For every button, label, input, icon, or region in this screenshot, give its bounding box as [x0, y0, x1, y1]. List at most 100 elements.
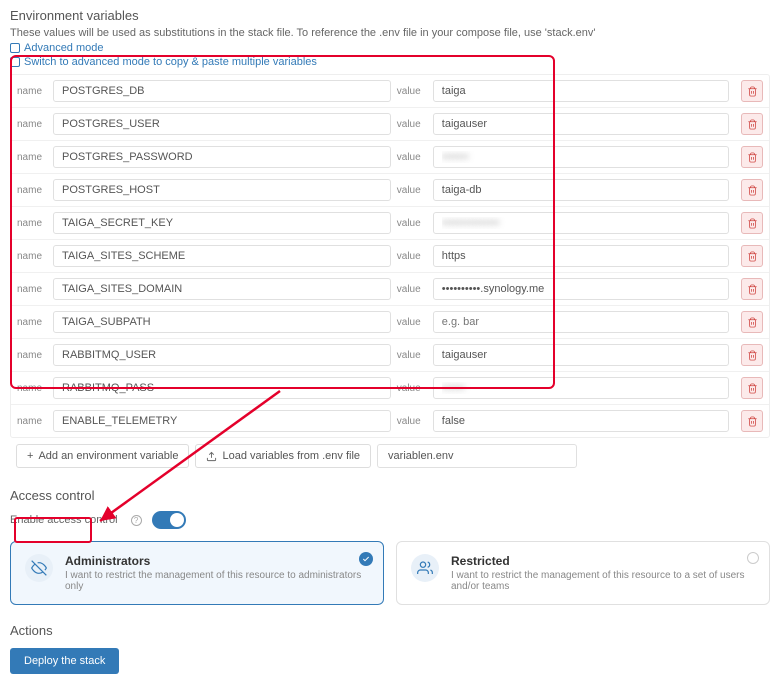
card-administrators[interactable]: Administrators I want to restrict the ma… [10, 541, 384, 605]
trash-icon [747, 86, 758, 97]
delete-var-button[interactable] [741, 410, 763, 432]
env-table: name value name value name value name value name… [10, 74, 770, 438]
name-label: name [17, 383, 47, 394]
delete-var-button[interactable] [741, 113, 763, 135]
env-value-input[interactable] [433, 80, 729, 102]
value-label: value [397, 251, 427, 262]
trash-icon [747, 284, 758, 295]
card-admin-title: Administrators [65, 554, 369, 568]
check-icon [359, 552, 373, 566]
value-label: value [397, 86, 427, 97]
help-icon[interactable]: ? [131, 515, 142, 526]
env-title: Environment variables [10, 8, 770, 23]
value-label: value [397, 350, 427, 361]
env-section: Environment variables These values will … [10, 8, 770, 474]
eye-off-icon [25, 554, 53, 582]
name-label: name [17, 86, 47, 97]
enable-access-toggle[interactable] [152, 511, 186, 529]
env-row: name value [11, 141, 769, 174]
name-label: name [17, 317, 47, 328]
delete-var-button[interactable] [741, 311, 763, 333]
trash-icon [747, 317, 758, 328]
env-value-input[interactable] [433, 212, 729, 234]
trash-icon [747, 119, 758, 130]
env-value-input[interactable] [433, 278, 729, 300]
name-label: name [17, 152, 47, 163]
external-icon [10, 57, 20, 67]
env-name-input[interactable] [53, 146, 391, 168]
env-value-input[interactable] [433, 311, 729, 333]
delete-var-button[interactable] [741, 278, 763, 300]
env-value-input[interactable] [433, 344, 729, 366]
external-icon [10, 43, 20, 53]
deploy-stack-button[interactable]: Deploy the stack [10, 648, 119, 674]
value-label: value [397, 152, 427, 163]
env-name-input[interactable] [53, 212, 391, 234]
value-label: value [397, 284, 427, 295]
name-label: name [17, 185, 47, 196]
value-label: value [397, 383, 427, 394]
env-row: name value [11, 339, 769, 372]
env-actions: +Add an environment variable Load variab… [10, 438, 770, 474]
trash-icon [747, 383, 758, 394]
trash-icon [747, 251, 758, 262]
value-label: value [397, 416, 427, 427]
trash-icon [747, 185, 758, 196]
env-name-input[interactable] [53, 377, 391, 399]
env-name-input[interactable] [53, 80, 391, 102]
env-name-input[interactable] [53, 113, 391, 135]
load-env-file-button[interactable]: Load variables from .env file [195, 444, 371, 468]
value-label: value [397, 317, 427, 328]
delete-var-button[interactable] [741, 179, 763, 201]
enable-access-label: Enable access control [10, 514, 118, 526]
delete-var-button[interactable] [741, 146, 763, 168]
env-row: namevalue [11, 207, 769, 240]
env-name-input[interactable] [53, 179, 391, 201]
radio-icon [747, 552, 759, 564]
card-restricted-desc: I want to restrict the management of thi… [451, 570, 755, 592]
trash-icon [747, 350, 758, 361]
env-value-input[interactable] [433, 245, 729, 267]
env-name-input[interactable] [53, 410, 391, 432]
env-value-input[interactable] [433, 377, 729, 399]
env-row: name value [11, 75, 769, 108]
env-value-input[interactable] [433, 113, 729, 135]
users-icon [411, 554, 439, 582]
access-cards: Administrators I want to restrict the ma… [10, 541, 770, 605]
delete-var-button[interactable] [741, 344, 763, 366]
env-file-input[interactable] [377, 444, 577, 468]
env-name-input[interactable] [53, 311, 391, 333]
upload-icon [206, 451, 217, 462]
env-value-input[interactable] [433, 146, 729, 168]
name-label: name [17, 350, 47, 361]
name-label: name [17, 416, 47, 427]
plus-icon: + [27, 450, 33, 462]
value-label: value [397, 119, 427, 130]
card-restricted[interactable]: Restricted I want to restrict the manage… [396, 541, 770, 605]
actions-section: Actions Deploy the stack [10, 623, 770, 674]
delete-var-button[interactable] [741, 212, 763, 234]
advanced-mode-link[interactable]: Advanced mode [10, 42, 770, 54]
delete-var-button[interactable] [741, 245, 763, 267]
value-label: value [397, 218, 427, 229]
value-label: value [397, 185, 427, 196]
trash-icon [747, 218, 758, 229]
env-row: name value [11, 273, 769, 306]
delete-var-button[interactable] [741, 80, 763, 102]
card-admin-desc: I want to restrict the management of thi… [65, 570, 369, 592]
env-row: name value [11, 372, 769, 405]
env-row: name value [11, 306, 769, 339]
env-value-input[interactable] [433, 410, 729, 432]
switch-advanced-link[interactable]: Switch to advanced mode to copy & paste … [10, 56, 770, 68]
env-name-input[interactable] [53, 344, 391, 366]
add-env-var-button[interactable]: +Add an environment variable [16, 444, 189, 468]
env-name-input[interactable] [53, 245, 391, 267]
card-restricted-title: Restricted [451, 554, 755, 568]
env-value-input[interactable] [433, 179, 729, 201]
name-label: name [17, 284, 47, 295]
enable-access-row: Enable access control ? [10, 511, 770, 529]
env-name-input[interactable] [53, 278, 391, 300]
access-title: Access control [10, 488, 770, 503]
access-section: Access control Enable access control ? A… [10, 488, 770, 605]
delete-var-button[interactable] [741, 377, 763, 399]
